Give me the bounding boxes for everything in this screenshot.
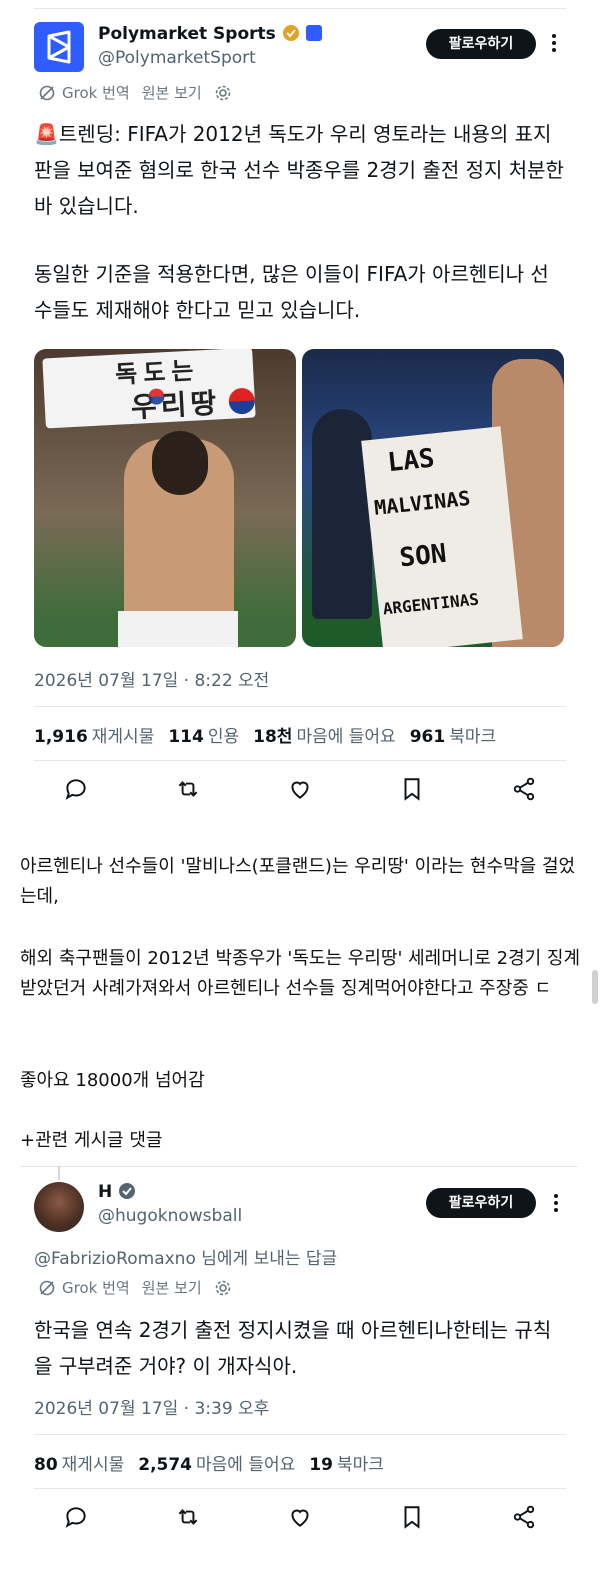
view-original-link[interactable]: 원본 보기 — [142, 82, 202, 103]
affiliate-badge-icon — [305, 25, 322, 41]
settings-gear-icon[interactable] — [214, 1279, 232, 1297]
reply-icon — [65, 779, 86, 800]
follow-button[interactable]: 팔로우하기 — [426, 29, 536, 59]
top-divider — [34, 8, 566, 9]
repost-button[interactable] — [132, 776, 244, 802]
bookmark-icon — [404, 778, 420, 801]
tweet-body-para1: 🚨트렌딩: FIFA가 2012년 독도가 우리 영토라는 내용의 표지판을 보… — [34, 122, 564, 218]
engagement-stats: 80 재게시물 2,574 마음에 들어요 19 북마크 — [34, 1450, 384, 1475]
malvinas-banner: LAS MALVINAS SON ARGENTINAS — [361, 426, 523, 647]
heart-icon — [291, 1509, 309, 1527]
share-icon — [513, 1505, 535, 1529]
view-original-link[interactable]: 원본 보기 — [142, 1277, 202, 1298]
post-paragraph-4: +관련 게시글 댓글 — [20, 1130, 163, 1151]
grok-translate-link[interactable]: Grok 번역 — [62, 82, 130, 103]
banner-text-bottom: 우리땅 — [130, 386, 222, 424]
reply-author-name-text: H — [98, 1182, 113, 1202]
more-options-icon[interactable] — [546, 1192, 566, 1216]
divider — [34, 1434, 566, 1435]
grok-icon — [39, 1280, 55, 1295]
action-bar — [20, 776, 580, 802]
repost-button[interactable] — [132, 1504, 244, 1530]
banner-line-2: MALVINAS — [373, 485, 472, 520]
reply-timestamp[interactable]: 2026년 07월 17일 · 3:39 오후 — [34, 1394, 269, 1419]
reposts-stat[interactable]: 1,916 재게시물 — [34, 722, 154, 747]
share-icon — [513, 777, 535, 801]
reply-body: 한국을 연속 2경기 출전 정지시켰을 때 아르헨티나한테는 규칙을 구부려준 … — [34, 1318, 552, 1378]
scrollbar-thumb[interactable] — [592, 970, 598, 1004]
engagement-stats: 1,916 재게시물 114 인용 18천 마음에 들어요 961 북마크 — [34, 722, 496, 747]
taegeuk-icon — [228, 387, 256, 415]
reply-to-line[interactable]: @FabrizioRomaxno 님에게 보내는 답글 — [34, 1244, 337, 1269]
reply-button[interactable] — [20, 776, 132, 802]
author-name[interactable]: Polymarket Sports — [98, 24, 322, 44]
post-paragraph-1: 아르헨티나 선수들이 '말비나스(포클랜드)는 우리땅' 이라는 현수막을 걸었… — [20, 856, 576, 907]
like-button[interactable] — [244, 1504, 356, 1530]
banner-line-1: LAS — [386, 443, 436, 479]
repost-icon — [178, 781, 198, 797]
polymarket-logo-icon — [47, 30, 71, 64]
reply-icon — [65, 1507, 86, 1528]
settings-gear-icon[interactable] — [214, 84, 232, 102]
bookmarks-stat[interactable]: 961 북마크 — [410, 722, 496, 747]
photo-left-korean-player[interactable]: 독도는 우리땅 — [34, 349, 296, 647]
author-handle[interactable]: @PolymarketSport — [98, 48, 256, 68]
banner-line-4: ARGENTINAS — [381, 589, 480, 619]
likes-stat[interactable]: 2,574 마음에 들어요 — [138, 1450, 295, 1475]
share-button[interactable] — [468, 1504, 580, 1530]
heart-icon — [291, 781, 309, 799]
player-head — [152, 431, 208, 495]
like-button[interactable] — [244, 776, 356, 802]
reply-button[interactable] — [20, 1504, 132, 1530]
share-button[interactable] — [468, 776, 580, 802]
thread-line — [58, 1166, 60, 1180]
tweet-body-para2: 동일한 기준을 적용한다면, 많은 이들이 FIFA가 아르헨티나 선수들도 제… — [34, 262, 549, 322]
user-avatar[interactable] — [34, 1182, 84, 1232]
verified-gold-icon — [282, 25, 299, 41]
dokdo-banner: 독도는 우리땅 — [42, 349, 256, 429]
grok-translate-link[interactable]: Grok 번역 — [62, 1277, 130, 1298]
player-shorts — [118, 611, 238, 647]
follow-button[interactable]: 팔로우하기 — [426, 1188, 536, 1218]
tweet-timestamp[interactable]: 2026년 07월 17일 · 8:22 오전 — [34, 666, 269, 691]
divider — [34, 1488, 566, 1489]
divider — [20, 1166, 578, 1167]
photo-right-argentina-players[interactable]: LAS MALVINAS SON ARGENTINAS — [302, 349, 564, 647]
divider — [34, 706, 566, 707]
bookmark-button[interactable] — [356, 776, 468, 802]
divider — [34, 760, 566, 761]
reply-author-handle[interactable]: @hugoknowsball — [98, 1206, 242, 1226]
verified-icon — [119, 1183, 136, 1199]
bookmarks-stat[interactable]: 19 북마크 — [309, 1450, 384, 1475]
reposts-stat[interactable]: 80 재게시물 — [34, 1450, 124, 1475]
grok-icon — [39, 85, 55, 100]
repost-icon — [178, 1509, 198, 1525]
bookmark-button[interactable] — [356, 1504, 468, 1530]
reply-author-name[interactable]: H — [98, 1182, 136, 1202]
quotes-stat[interactable]: 114 인용 — [168, 722, 239, 747]
author-name-text: Polymarket Sports — [98, 24, 276, 44]
more-options-icon[interactable] — [544, 32, 564, 56]
post-paragraph-2: 해외 축구팬들이 2012년 박종우가 '독도는 우리땅' 세레머니로 2경기 … — [20, 948, 581, 999]
post-paragraph-3: 좋아요 18000개 넘어감 — [20, 1070, 205, 1091]
translation-bar: Grok 번역 원본 보기 — [38, 1277, 232, 1298]
action-bar — [20, 1504, 580, 1530]
polymarket-avatar[interactable] — [34, 22, 84, 72]
bookmark-icon — [404, 1506, 420, 1529]
banner-line-3: SON — [398, 538, 448, 574]
likes-stat[interactable]: 18천 마음에 들어요 — [253, 722, 396, 747]
translation-bar: Grok 번역 원본 보기 — [38, 82, 232, 103]
